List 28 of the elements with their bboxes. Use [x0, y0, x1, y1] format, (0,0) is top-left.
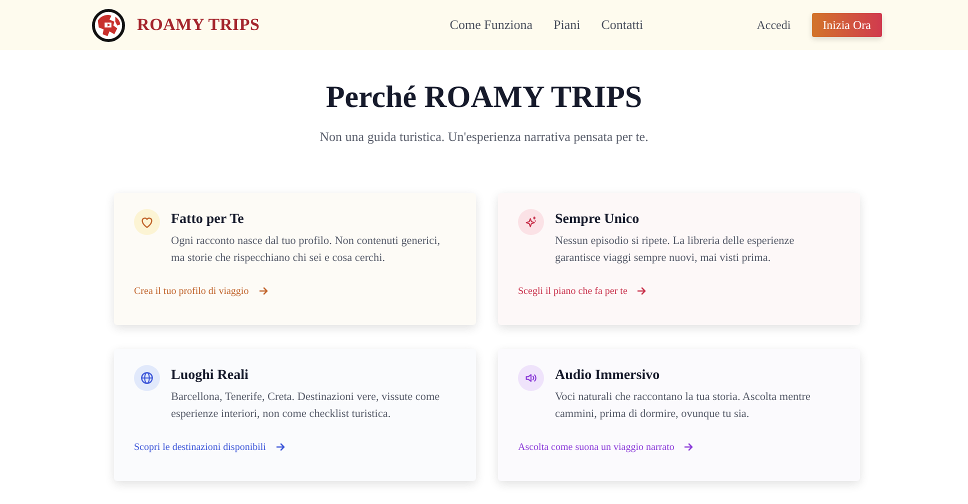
arrow-right-icon[interactable] — [684, 442, 694, 452]
card-title: Fatto per Te — [171, 212, 245, 228]
card-title: Luoghi Reali — [171, 368, 250, 384]
card-description: Voci naturali che raccontano la tua storia. Ascolta mentre cammini, prima di dormire, ovunque tu sia. — [555, 390, 812, 422]
speaker-icon — [518, 364, 544, 391]
globe-logo-icon[interactable] — [92, 8, 125, 42]
sparkle-icon — [518, 208, 544, 235]
card-link[interactable]: Crea il tuo profilo di viaggio — [134, 284, 249, 299]
arrow-right-icon[interactable] — [258, 286, 269, 296]
nav-link[interactable]: Come Funziona — [450, 15, 532, 35]
card-description: Barcellona, Tenerife, Creta. Destinazioni vere, vissute come esperienze interiori, non come checklist turistica. — [171, 390, 441, 422]
start-button[interactable]: Inizia Ora — [812, 13, 882, 37]
card-description: Nessun episodio si ripete. La libreria delle esperienze garantisce viaggi sempre nuovi, mai visti prima. — [555, 234, 796, 266]
card-link[interactable]: Scopri le destinazioni disponibili — [134, 440, 266, 455]
nav-link[interactable]: Contatti — [601, 15, 644, 35]
card-title: Audio Immersivo — [555, 368, 661, 384]
arrow-right-icon[interactable] — [276, 442, 286, 452]
section-title: Perché ROAMY TRIPS — [326, 78, 642, 116]
card-link[interactable]: Scegli il piano che fa per te — [518, 284, 628, 299]
nav-link[interactable]: Piani — [553, 15, 580, 35]
brand-name: ROAMY TRIPS — [137, 14, 260, 36]
section-subtitle: Non una guida turistica. Un'esperienza narrativa pensata per te. — [320, 128, 648, 146]
login-link[interactable]: Accedi — [756, 16, 791, 34]
card-link[interactable]: Ascolta come suona un viaggio narrato — [518, 440, 674, 455]
globe-icon — [134, 364, 160, 391]
card-title: Sempre Unico — [555, 212, 640, 228]
arrow-right-icon[interactable] — [637, 286, 648, 296]
card-description: Ogni racconto nasce dal tuo profilo. Non contenuti generici, ma storie che rispecchiano chi sei e cosa cerchi. — [171, 234, 441, 266]
